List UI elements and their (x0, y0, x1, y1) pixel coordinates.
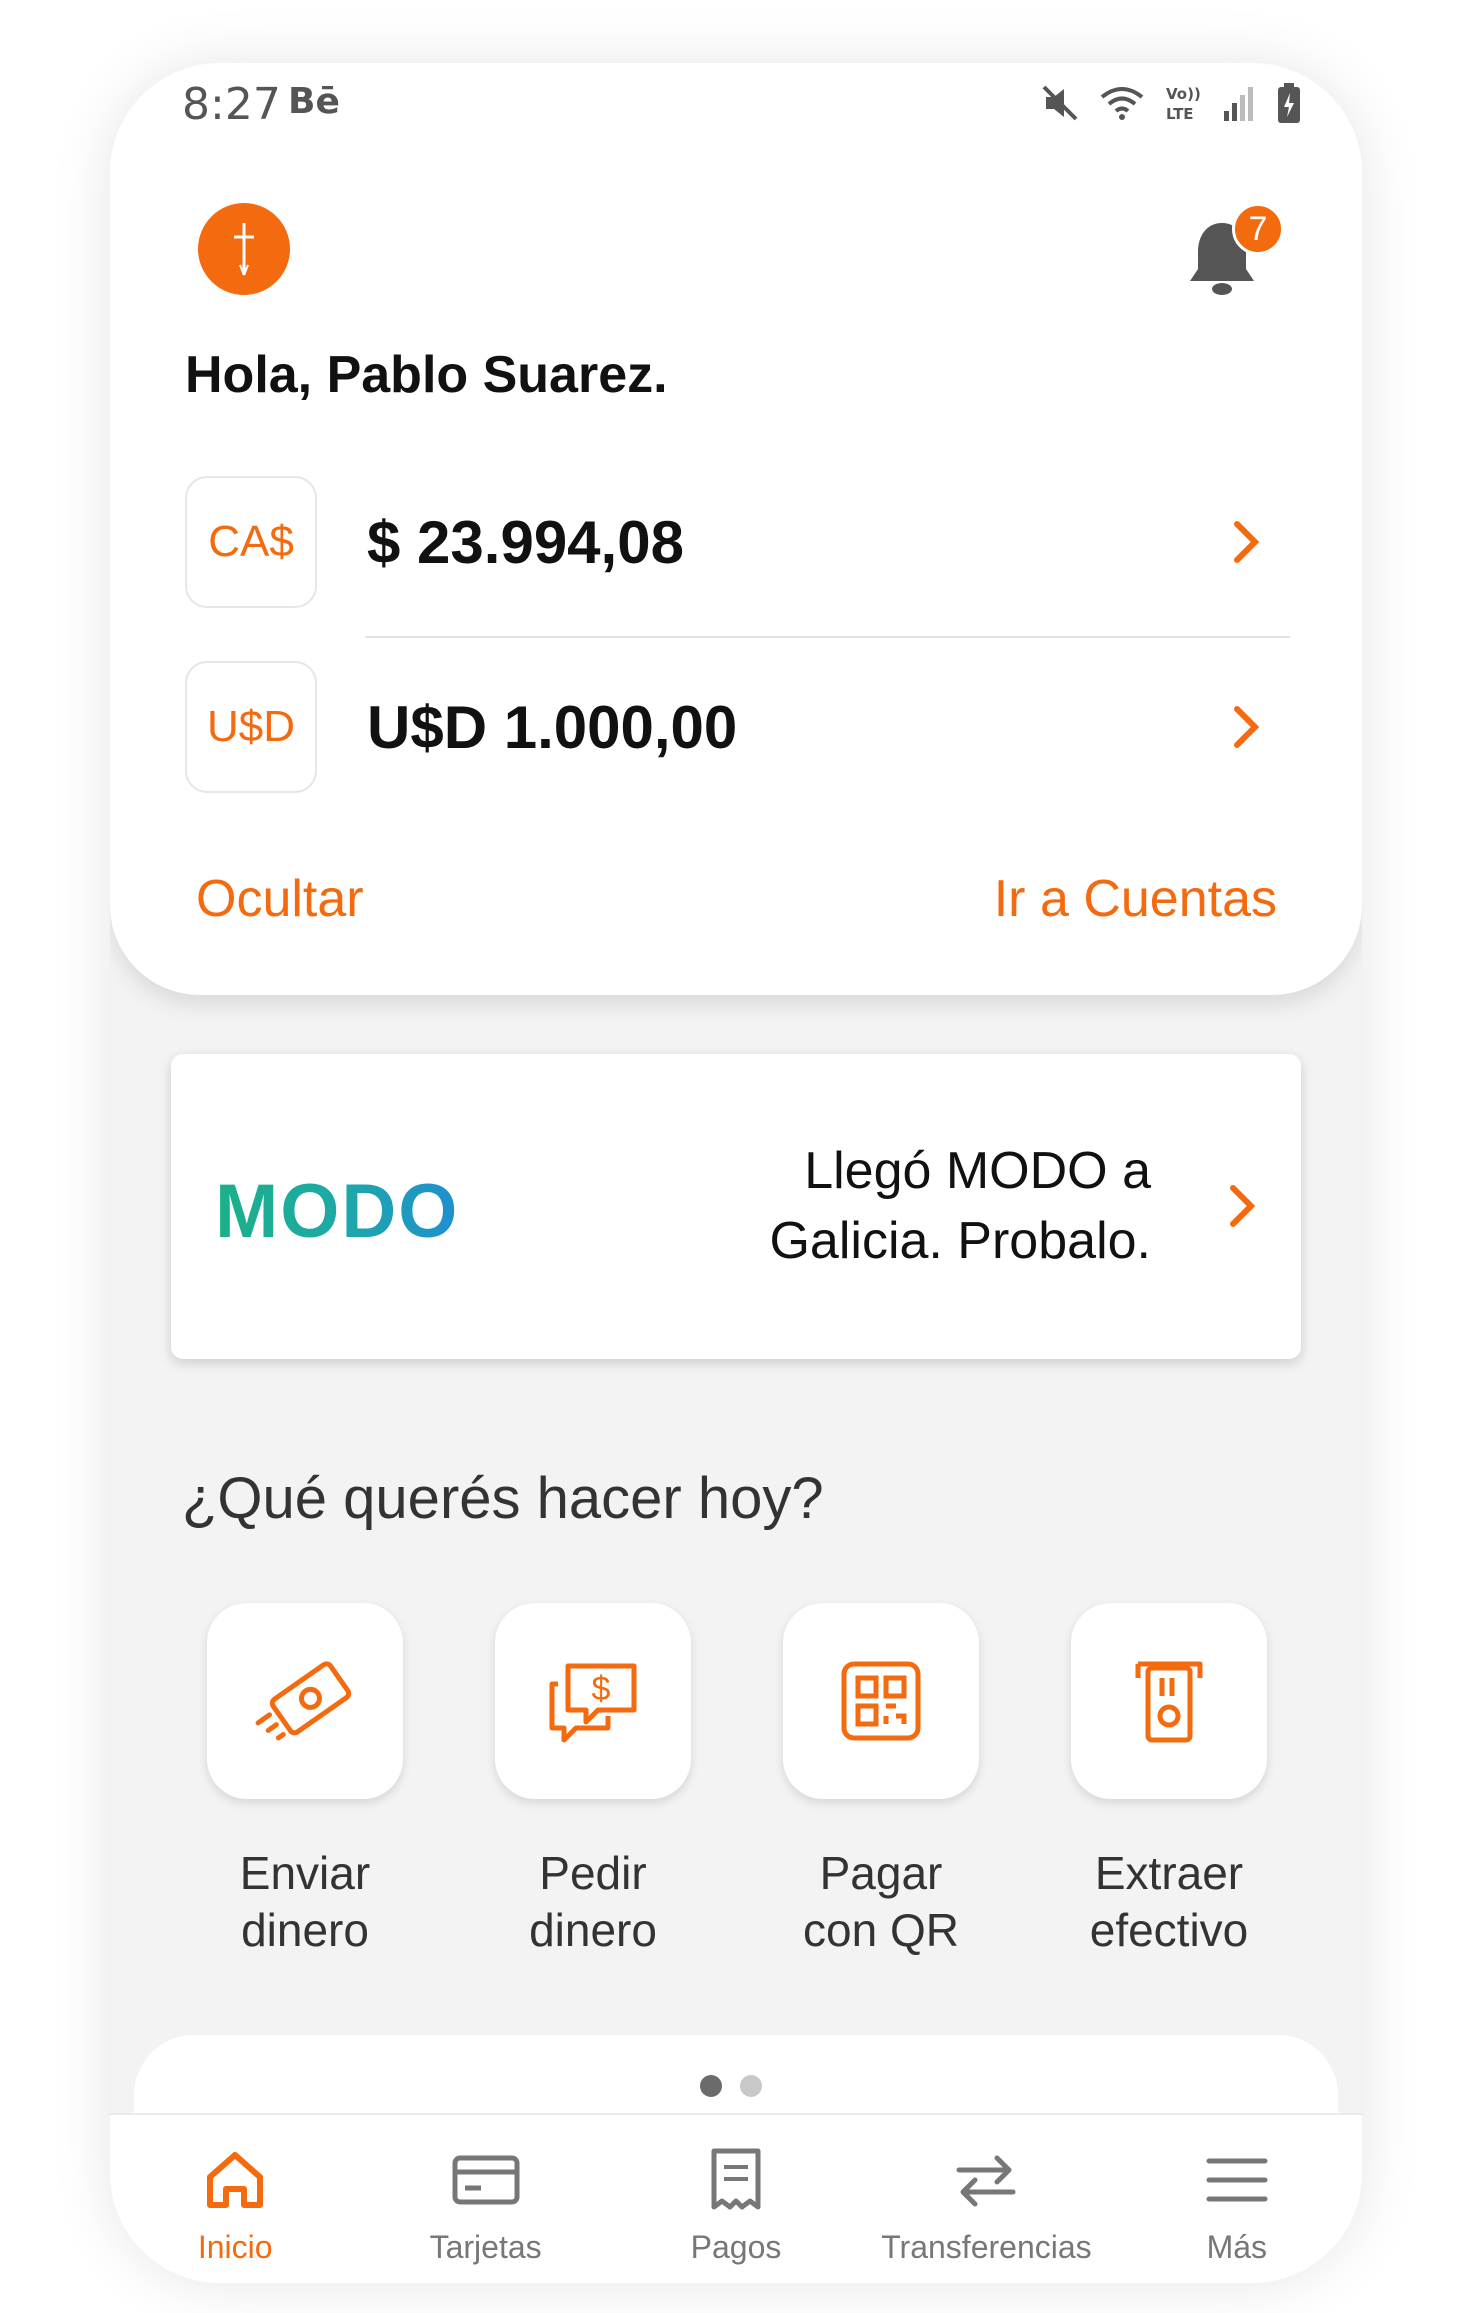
nav-label: Pagos (690, 2229, 782, 2265)
account-row-pesos[interactable]: CA$ $ 23.994,08 (185, 476, 1285, 608)
nav-label: Transferencias (881, 2229, 1092, 2265)
modo-logo: MODO (215, 1169, 460, 1254)
nav-item-inicio[interactable]: Inicio (110, 2115, 360, 2283)
action-button[interactable] (207, 1603, 403, 1799)
action-label: Pagar con QR (751, 1845, 1011, 1959)
nav-item-transferencias[interactable]: Transferencias (861, 2115, 1111, 2283)
request-money-icon: $ (549, 1663, 637, 1743)
action-withdraw-cash[interactable]: Extraer efectivo (1071, 1603, 1267, 1959)
status-icons: Vo)) LTE (1040, 81, 1302, 125)
account-balance: U$D 1.000,00 (367, 693, 738, 761)
svg-text:$: $ (592, 1670, 611, 1708)
account-row-dollars[interactable]: U$D U$D 1.000,00 (185, 661, 1285, 793)
action-send-money[interactable]: Enviar dinero (207, 1603, 403, 1959)
qr-pay-icon (841, 1661, 921, 1741)
notifications-button[interactable]: 7 (1184, 203, 1284, 303)
action-request-money[interactable]: $ Pedir dinero (495, 1603, 691, 1959)
action-label-line2: dinero (529, 1904, 657, 1956)
home-icon (207, 2152, 264, 2208)
action-label-line1: Extraer (1094, 1847, 1244, 1899)
carousel-pager (700, 2075, 762, 2097)
currency-badge: CA$ (185, 476, 317, 608)
status-carrier: Bē (288, 81, 340, 122)
volte-icon: Vo)) LTE (1166, 85, 1201, 123)
action-button[interactable]: $ (495, 1603, 691, 1799)
status-time: 8:27 (182, 79, 281, 130)
go-to-accounts-link[interactable]: Ir a Cuentas (994, 869, 1277, 929)
status-bar: 8:27 Bē Vo)) LTE (110, 63, 1362, 173)
pager-dot[interactable] (740, 2075, 762, 2097)
menu-icon (1206, 2158, 1268, 2202)
phone-frame: 8:27 Bē Vo)) LTE 7 Hola, Pablo Suarez. C… (110, 63, 1362, 2283)
wifi-icon (1100, 87, 1144, 120)
action-label-line2: efectivo (1089, 1904, 1249, 1956)
action-label-line1: Enviar (239, 1847, 371, 1899)
banner-text: Llegó MODO a Galicia. Probalo. (769, 1136, 1151, 1276)
action-label-line1: Pagar (819, 1847, 943, 1899)
svg-text:Vo)): Vo)) (1166, 85, 1201, 103)
modo-promo-banner[interactable]: MODO Llegó MODO a Galicia. Probalo. (171, 1054, 1301, 1359)
action-label-line2: dinero (241, 1904, 369, 1956)
card-icon (452, 2155, 520, 2205)
action-label: Pedir dinero (463, 1845, 723, 1959)
nav-label: Más (1206, 2229, 1268, 2265)
notification-badge: 7 (1232, 203, 1284, 255)
mute-icon (1042, 85, 1078, 121)
cash-withdraw-icon (1135, 1661, 1203, 1743)
action-label: Extraer efectivo (1039, 1845, 1299, 1959)
hide-balances-link[interactable]: Ocultar (196, 869, 364, 929)
action-pay-qr[interactable]: Pagar con QR (783, 1603, 979, 1959)
action-button[interactable] (1071, 1603, 1267, 1799)
nav-label: Inicio (197, 2229, 273, 2265)
send-money-icon (255, 1661, 352, 1741)
transfer-icon (956, 2155, 1016, 2207)
nav-item-mas[interactable]: Más (1112, 2115, 1362, 2283)
account-balance: $ 23.994,08 (367, 508, 684, 576)
currency-badge: U$D (185, 661, 317, 793)
galicia-logo-icon (234, 223, 254, 276)
banner-line-2: Galicia. Probalo. (769, 1212, 1151, 1270)
signal-icon (1224, 87, 1253, 121)
action-label: Enviar dinero (175, 1845, 435, 1959)
bank-logo (198, 203, 290, 295)
svg-text:LTE: LTE (1166, 105, 1194, 123)
battery-icon (1278, 83, 1300, 123)
action-label-line1: Pedir (539, 1847, 647, 1899)
divider (365, 636, 1290, 638)
receipt-icon (711, 2148, 761, 2210)
chevron-right-icon (1230, 1185, 1256, 1227)
nav-label: Tarjetas (429, 2229, 542, 2265)
pager-dot-active[interactable] (700, 2075, 722, 2097)
quick-actions-title: ¿Qué querés hacer hoy? (182, 1466, 824, 1531)
action-button[interactable] (783, 1603, 979, 1799)
bottom-nav: Inicio Tarjetas Pagos Transferencias Más (110, 2113, 1362, 2283)
chevron-right-icon (1234, 521, 1260, 563)
nav-item-pagos[interactable]: Pagos (611, 2115, 861, 2283)
banner-line-1: Llegó MODO a (804, 1142, 1151, 1200)
nav-item-tarjetas[interactable]: Tarjetas (360, 2115, 610, 2283)
greeting: Hola, Pablo Suarez. (185, 346, 668, 404)
chevron-right-icon (1234, 706, 1260, 748)
accounts-card: 7 Hola, Pablo Suarez. CA$ $ 23.994,08 U$… (110, 63, 1362, 995)
action-label-line2: con QR (803, 1904, 959, 1956)
